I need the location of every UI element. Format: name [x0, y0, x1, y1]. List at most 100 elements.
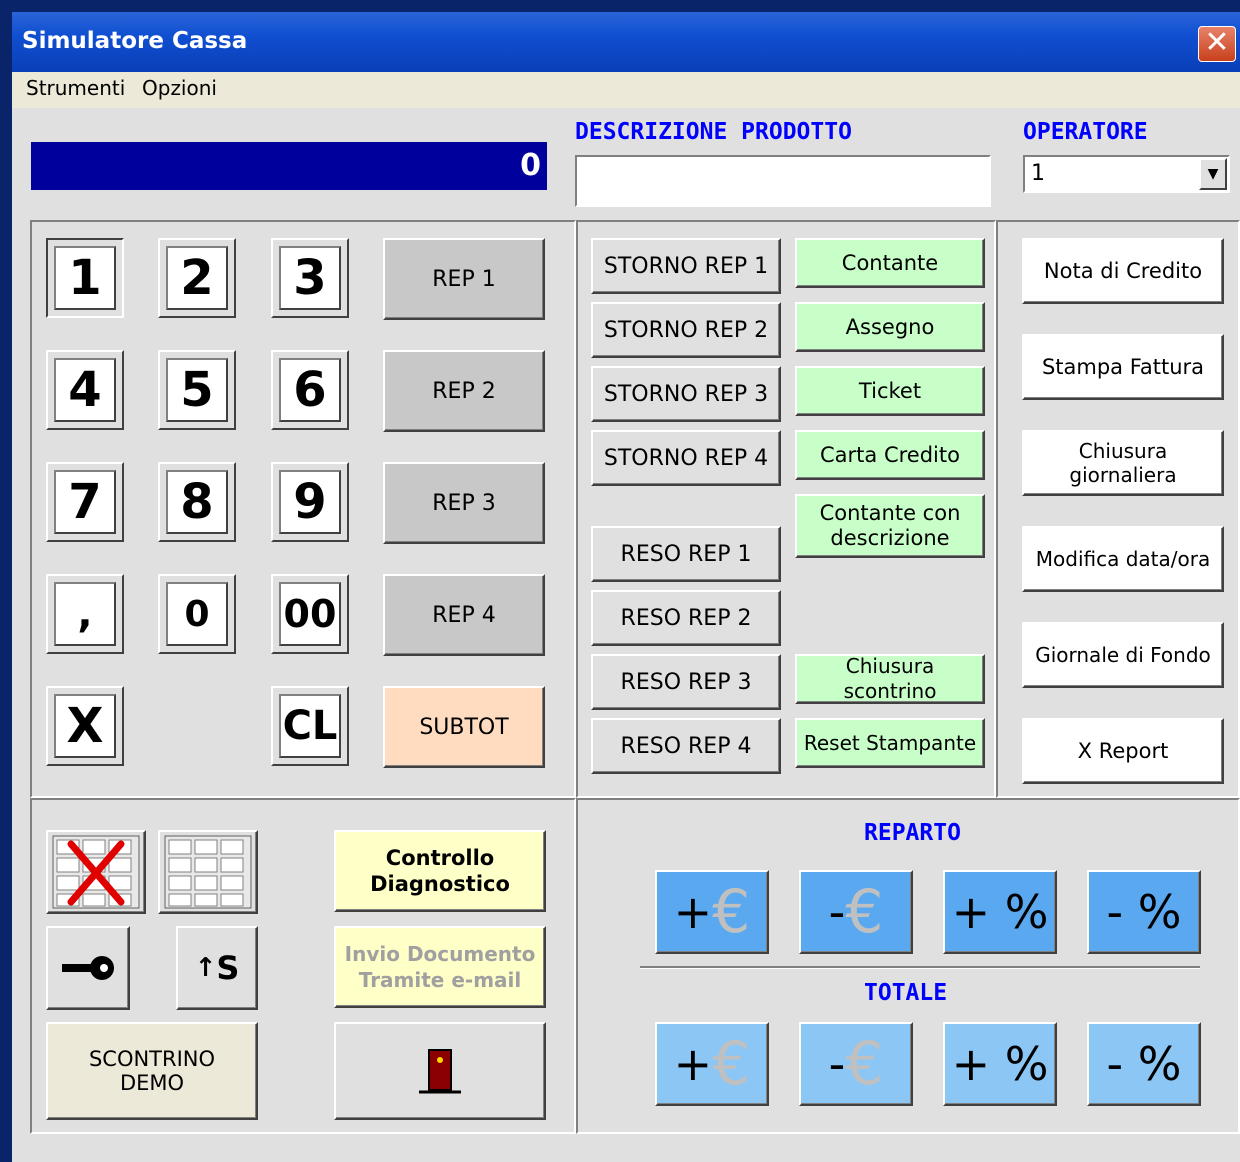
- rep-2-button[interactable]: REP 2: [383, 350, 545, 432]
- door-exit-icon: [419, 1049, 461, 1094]
- reso-rep-1-button[interactable]: RESO REP 1: [591, 526, 781, 582]
- storno-rep-2-button[interactable]: STORNO REP 2: [591, 302, 781, 358]
- shift-s-label: S: [216, 949, 240, 987]
- euro-icon: €: [845, 877, 884, 947]
- keypad-disabled-icon: [52, 835, 140, 909]
- key-4-label: 4: [54, 358, 116, 422]
- key-00-label: 00: [279, 582, 341, 646]
- key-9-label: 9: [279, 470, 341, 534]
- operator-label: OPERATORE: [1023, 119, 1148, 145]
- description-label: DESCRIZIONE PRODOTTO: [575, 119, 852, 145]
- reparto-minus-label: -: [828, 885, 846, 939]
- close-button[interactable]: ✕: [1198, 26, 1236, 62]
- key-1[interactable]: 1: [46, 238, 124, 318]
- key-x-label: X: [54, 694, 116, 758]
- key-comma[interactable]: ,: [46, 574, 124, 654]
- ticket-button[interactable]: Ticket: [795, 366, 985, 416]
- key-3-label: 3: [279, 246, 341, 310]
- key-2[interactable]: 2: [158, 238, 236, 318]
- key-9[interactable]: 9: [271, 462, 349, 542]
- reso-rep-2-button[interactable]: RESO REP 2: [591, 590, 781, 646]
- storno-rep-3-button[interactable]: STORNO REP 3: [591, 366, 781, 422]
- reset-stampante-button[interactable]: Reset Stampante: [795, 718, 985, 768]
- totale-minus-label: -: [828, 1037, 846, 1091]
- key-6-label: 6: [279, 358, 341, 422]
- chevron-down-icon[interactable]: ▼: [1199, 158, 1227, 190]
- storno-rep-1-button[interactable]: STORNO REP 1: [591, 238, 781, 294]
- keypad-enable-button[interactable]: [158, 830, 258, 914]
- key-1-label: 1: [54, 246, 116, 310]
- key-8-label: 8: [166, 470, 228, 534]
- title-bar: Simulatore Cassa ✕: [12, 12, 1240, 72]
- key-5-label: 5: [166, 358, 228, 422]
- reparto-plus-euro-button[interactable]: + €: [655, 870, 769, 954]
- rep-1-button[interactable]: REP 1: [383, 238, 545, 320]
- keypad-disable-button[interactable]: [46, 830, 146, 914]
- key-7[interactable]: 7: [46, 462, 124, 542]
- key-0-label: 0: [166, 582, 228, 646]
- menu-strumenti[interactable]: Strumenti: [26, 76, 125, 100]
- totale-plus-label: +: [673, 1037, 713, 1091]
- key-button[interactable]: [46, 926, 130, 1010]
- operator-select[interactable]: 1 ▼: [1023, 155, 1230, 193]
- reparto-label: REPARTO: [864, 820, 961, 846]
- key-icon: [62, 956, 114, 980]
- reso-rep-4-button[interactable]: RESO REP 4: [591, 718, 781, 774]
- totale-minus-euro-button[interactable]: - €: [799, 1022, 913, 1106]
- key-8[interactable]: 8: [158, 462, 236, 542]
- controllo-diagnostico-button[interactable]: Controllo Diagnostico: [334, 830, 546, 912]
- x-report-button[interactable]: X Report: [1022, 718, 1224, 784]
- key-cl-label: CL: [279, 694, 341, 758]
- reparto-plus-percent-button[interactable]: + %: [943, 870, 1057, 954]
- window-title: Simulatore Cassa: [22, 28, 248, 54]
- key-7-label: 7: [54, 470, 116, 534]
- key-cl[interactable]: CL: [271, 686, 349, 766]
- reparto-plus-label: +: [673, 885, 713, 939]
- operator-value: 1: [1031, 161, 1045, 186]
- arrow-up-icon: ↑: [194, 953, 217, 983]
- key-comma-label: ,: [54, 582, 116, 646]
- stampa-fattura-button[interactable]: Stampa Fattura: [1022, 334, 1224, 400]
- chiusura-scontrino-button[interactable]: Chiusura scontrino: [795, 654, 985, 704]
- key-00[interactable]: 00: [271, 574, 349, 654]
- scontrino-demo-button[interactable]: SCONTRINO DEMO: [46, 1022, 258, 1120]
- assegno-button[interactable]: Assegno: [795, 302, 985, 352]
- rep-4-button[interactable]: REP 4: [383, 574, 545, 656]
- reparto-minus-euro-button[interactable]: - €: [799, 870, 913, 954]
- description-input[interactable]: [575, 155, 991, 207]
- modifica-data-ora-button[interactable]: Modifica data/ora: [1022, 526, 1224, 592]
- totale-plus-euro-button[interactable]: + €: [655, 1022, 769, 1106]
- carta-credito-button[interactable]: Carta Credito: [795, 430, 985, 480]
- euro-icon: €: [845, 1029, 884, 1099]
- euro-icon: €: [712, 877, 751, 947]
- key-3[interactable]: 3: [271, 238, 349, 318]
- nota-credito-button[interactable]: Nota di Credito: [1022, 238, 1224, 304]
- app-window: Simulatore Cassa ✕ Strumenti Opzioni 0 D…: [12, 12, 1240, 1162]
- menu-opzioni[interactable]: Opzioni: [142, 76, 217, 100]
- divider: [640, 966, 1200, 969]
- reso-rep-3-button[interactable]: RESO REP 3: [591, 654, 781, 710]
- storno-rep-4-button[interactable]: STORNO REP 4: [591, 430, 781, 486]
- euro-icon: €: [712, 1029, 751, 1099]
- menu-bar: Strumenti Opzioni: [12, 72, 1240, 108]
- key-6[interactable]: 6: [271, 350, 349, 430]
- totale-plus-percent-button[interactable]: + %: [943, 1022, 1057, 1106]
- key-0[interactable]: 0: [158, 574, 236, 654]
- contante-button[interactable]: Contante: [795, 238, 985, 288]
- reparto-minus-percent-button[interactable]: - %: [1087, 870, 1201, 954]
- subtot-button[interactable]: SUBTOT: [383, 686, 545, 768]
- giornale-fondo-button[interactable]: Giornale di Fondo: [1022, 622, 1224, 688]
- invio-email-button[interactable]: Invio Documento Tramite e-mail: [334, 926, 546, 1008]
- exit-button[interactable]: [334, 1022, 546, 1120]
- totale-label: TOTALE: [864, 980, 948, 1006]
- key-x[interactable]: X: [46, 686, 124, 766]
- contante-descrizione-button[interactable]: Contante con descrizione: [795, 494, 985, 558]
- chiusura-giornaliera-button[interactable]: Chiusura giornaliera: [1022, 430, 1224, 496]
- rep-3-button[interactable]: REP 3: [383, 462, 545, 544]
- totale-minus-percent-button[interactable]: - %: [1087, 1022, 1201, 1106]
- actions-panel: [996, 220, 1240, 798]
- key-4[interactable]: 4: [46, 350, 124, 430]
- key-5[interactable]: 5: [158, 350, 236, 430]
- shift-s-button[interactable]: ↑ S: [176, 926, 258, 1010]
- amount-display: 0: [31, 142, 547, 190]
